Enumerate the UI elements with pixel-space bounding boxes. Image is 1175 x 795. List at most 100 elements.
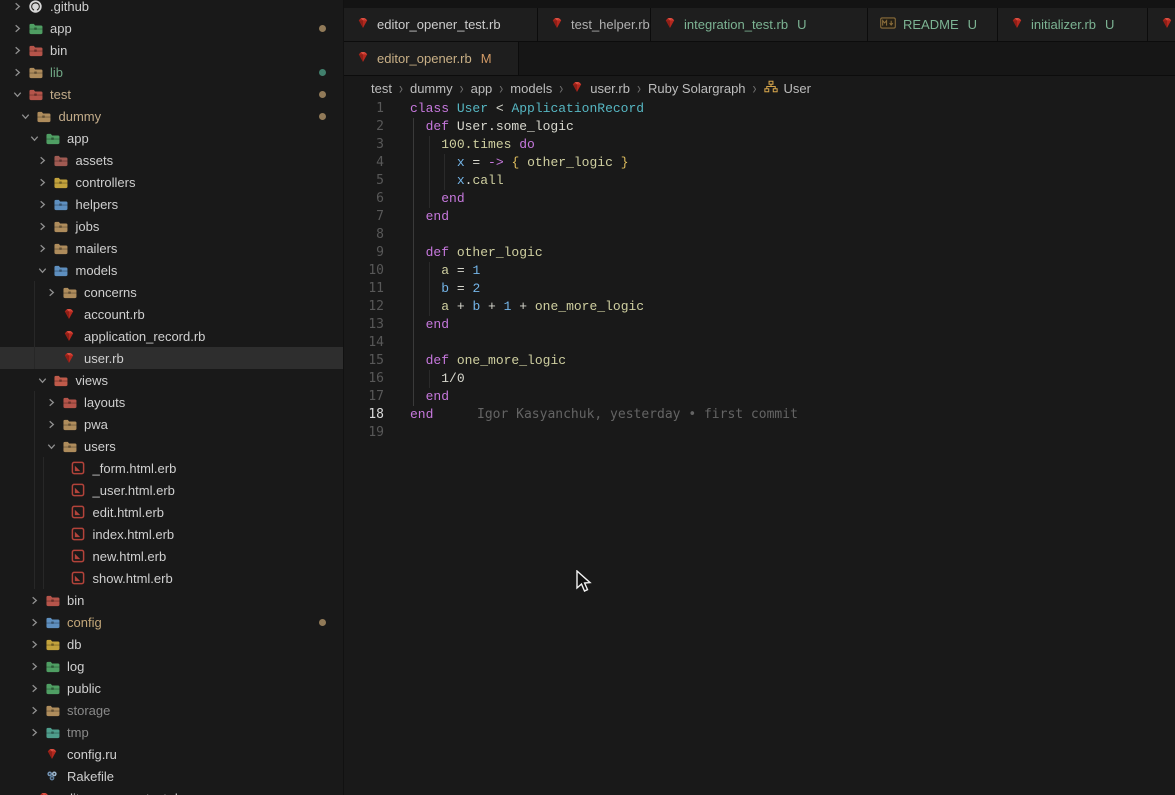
code-line-18[interactable]: 18 end Igor Kasyanchuk, yesterday • first … xyxy=(344,406,1175,424)
tree-item-log[interactable]: log xyxy=(0,655,343,677)
chevron-right-icon[interactable] xyxy=(36,197,50,211)
chevron-right-icon[interactable] xyxy=(10,43,24,57)
chevron-right-icon[interactable] xyxy=(44,395,58,409)
tab-partial[interactable] xyxy=(1148,8,1175,41)
chevron-right-icon[interactable] xyxy=(27,725,41,739)
folder-icon xyxy=(44,592,60,608)
tree-item-mailers[interactable]: mailers xyxy=(0,237,343,259)
chevron-right-icon[interactable] xyxy=(36,241,50,255)
tree-item-show-html-erb[interactable]: show.html.erb xyxy=(0,567,343,589)
code-editor[interactable]: 1 class User < ApplicationRecord 2 def Use… xyxy=(344,100,1175,442)
breadcrumb-item-app[interactable]: app xyxy=(471,81,493,96)
code-line-4[interactable]: 4 x = -> { other_logic } xyxy=(344,154,1175,172)
chevron-right-icon[interactable] xyxy=(44,285,58,299)
tree-item-editor-opener-test-rb[interactable]: editor_opener_test.rb xyxy=(0,787,343,795)
tab-readme[interactable]: README U xyxy=(868,8,998,41)
chevron-right-icon[interactable] xyxy=(10,0,24,13)
tab-test-helper-rb[interactable]: test_helper.rb xyxy=(538,8,651,41)
chevron-right-icon[interactable] xyxy=(36,219,50,233)
tree-item-bin[interactable]: bin xyxy=(0,39,343,61)
chevron-right-icon[interactable] xyxy=(44,417,58,431)
tree-item-new-html-erb[interactable]: new.html.erb xyxy=(0,545,343,567)
code-line-12[interactable]: 12 a + b + 1 + one_more_logic xyxy=(344,298,1175,316)
tree-item-app[interactable]: app xyxy=(0,17,343,39)
code-line-3[interactable]: 3 100.times do xyxy=(344,136,1175,154)
breadcrumb-item-user[interactable]: User xyxy=(763,80,811,96)
tab-integration-test-rb[interactable]: integration_test.rb U xyxy=(651,8,868,41)
chevron-down-icon[interactable] xyxy=(27,131,41,145)
tree-item-rakefile[interactable]: Rakefile xyxy=(0,765,343,787)
chevron-right-icon[interactable] xyxy=(10,21,24,35)
chevron-down-icon[interactable] xyxy=(36,373,50,387)
chevron-down-icon[interactable] xyxy=(19,109,33,123)
chevron-down-icon[interactable] xyxy=(10,87,24,101)
tree-item-views[interactable]: views xyxy=(0,369,343,391)
tree-item-bin[interactable]: bin xyxy=(0,589,343,611)
tree-item-helpers[interactable]: helpers xyxy=(0,193,343,215)
tab-initializer-rb[interactable]: initializer.rb U xyxy=(998,8,1148,41)
tree-item--github[interactable]: .github xyxy=(0,0,343,17)
chevron-down-icon[interactable] xyxy=(44,439,58,453)
breadcrumb-item-user-rb[interactable]: user.rb xyxy=(570,80,630,97)
code-line-17[interactable]: 17 end xyxy=(344,388,1175,406)
code-line-11[interactable]: 11 b = 2 xyxy=(344,280,1175,298)
tree-item-tmp[interactable]: tmp xyxy=(0,721,343,743)
tree-item-application-record-rb[interactable]: application_record.rb xyxy=(0,325,343,347)
breadcrumb-item-ruby-solargraph[interactable]: Ruby Solargraph xyxy=(648,81,746,96)
chevron-right-icon[interactable] xyxy=(36,153,50,167)
breadcrumb-item-dummy[interactable]: dummy xyxy=(410,81,453,96)
code-line-1[interactable]: 1 class User < ApplicationRecord xyxy=(344,100,1175,118)
folder-icon xyxy=(53,262,69,278)
tree-item-label: test xyxy=(50,86,71,102)
tree-item-account-rb[interactable]: account.rb xyxy=(0,303,343,325)
tree-item-public[interactable]: public xyxy=(0,677,343,699)
code-line-7[interactable]: 7 end xyxy=(344,208,1175,226)
code-line-13[interactable]: 13 end xyxy=(344,316,1175,334)
tree-item-test[interactable]: test xyxy=(0,83,343,105)
code-line-19[interactable]: 19 xyxy=(344,424,1175,442)
tree-item-index-html-erb[interactable]: index.html.erb xyxy=(0,523,343,545)
tree-item--user-html-erb[interactable]: _user.html.erb xyxy=(0,479,343,501)
code-line-6[interactable]: 6 end xyxy=(344,190,1175,208)
tree-item-controllers[interactable]: controllers xyxy=(0,171,343,193)
tree-item-layouts[interactable]: layouts xyxy=(0,391,343,413)
tab-editor-opener-test-rb[interactable]: editor_opener_test.rb xyxy=(344,8,538,41)
code-line-15[interactable]: 15 def one_more_logic xyxy=(344,352,1175,370)
chevron-right-icon[interactable] xyxy=(27,681,41,695)
code-line-2[interactable]: 2 def User.some_logic xyxy=(344,118,1175,136)
breadcrumb-item-test[interactable]: test xyxy=(371,81,392,96)
tree-item-users[interactable]: users xyxy=(0,435,343,457)
tree-item-config-ru[interactable]: config.ru xyxy=(0,743,343,765)
tree-item-app[interactable]: app xyxy=(0,127,343,149)
breadcrumb-item-models[interactable]: models xyxy=(510,81,552,96)
tree-item-lib[interactable]: lib xyxy=(0,61,343,83)
tree-item--form-html-erb[interactable]: _form.html.erb xyxy=(0,457,343,479)
code-line-8[interactable]: 8 xyxy=(344,226,1175,244)
tree-item-config[interactable]: config xyxy=(0,611,343,633)
code-line-16[interactable]: 16 1/0 xyxy=(344,370,1175,388)
tree-item-db[interactable]: db xyxy=(0,633,343,655)
tree-item-edit-html-erb[interactable]: edit.html.erb xyxy=(0,501,343,523)
chevron-right-icon[interactable] xyxy=(27,615,41,629)
code-line-9[interactable]: 9 def other_logic xyxy=(344,244,1175,262)
chevron-right-icon[interactable] xyxy=(27,659,41,673)
tree-indent-guide xyxy=(34,435,35,457)
chevron-down-icon[interactable] xyxy=(36,263,50,277)
tab-editor-opener-rb[interactable]: editor_opener.rb M xyxy=(344,42,519,75)
tree-item-pwa[interactable]: pwa xyxy=(0,413,343,435)
tree-item-jobs[interactable]: jobs xyxy=(0,215,343,237)
tree-item-models[interactable]: models xyxy=(0,259,343,281)
code-line-10[interactable]: 10 a = 1 xyxy=(344,262,1175,280)
tree-item-concerns[interactable]: concerns xyxy=(0,281,343,303)
code-line-5[interactable]: 5 x.call xyxy=(344,172,1175,190)
chevron-right-icon[interactable] xyxy=(36,175,50,189)
chevron-right-icon[interactable] xyxy=(10,65,24,79)
code-line-14[interactable]: 14 xyxy=(344,334,1175,352)
tree-item-user-rb[interactable]: user.rb xyxy=(0,347,343,369)
chevron-right-icon[interactable] xyxy=(27,593,41,607)
chevron-right-icon[interactable] xyxy=(27,637,41,651)
tree-item-assets[interactable]: assets xyxy=(0,149,343,171)
chevron-right-icon[interactable] xyxy=(27,703,41,717)
tree-item-dummy[interactable]: dummy xyxy=(0,105,343,127)
tree-item-storage[interactable]: storage xyxy=(0,699,343,721)
